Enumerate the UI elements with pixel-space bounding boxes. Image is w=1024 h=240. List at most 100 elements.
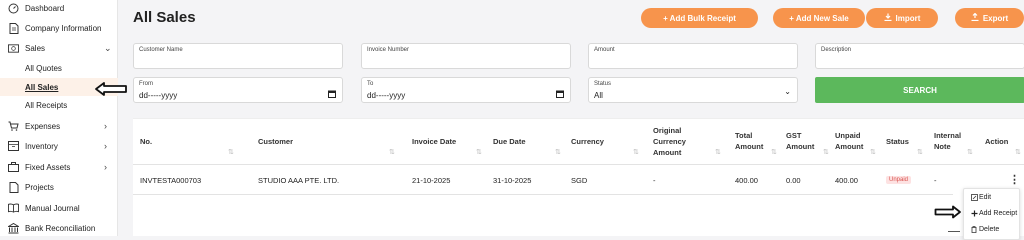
export-button[interactable]: Export	[955, 8, 1024, 28]
menu-item-delete[interactable]: Delete	[964, 222, 1021, 237]
invoice-number-label: Invoice Number	[367, 47, 410, 53]
cell-unpaid-amount: 400.00	[835, 176, 858, 185]
header-total-amount[interactable]: Total Amount	[735, 130, 763, 152]
sidebar-item-expenses[interactable]: Expenses ›	[0, 117, 118, 135]
from-value: dd-----yyyy	[139, 91, 178, 100]
amount-field[interactable]: Amount	[588, 43, 798, 69]
sort-icon[interactable]: ⇅	[917, 148, 923, 156]
header-currency[interactable]: Currency	[571, 136, 604, 147]
from-date-field[interactable]: From dd-----yyyy	[133, 77, 343, 103]
sales-table: No. ⇅ Customer ⇅ Invoice Date ⇅ Due Date…	[133, 118, 1024, 240]
projects-icon	[8, 181, 19, 193]
add-bulk-receipt-label: + Add Bulk Receipt	[663, 13, 736, 23]
status-badge: Unpaid	[886, 176, 912, 184]
sidebar-item-label: Manual Journal	[25, 203, 80, 213]
sidebar-item-label: Projects	[25, 182, 54, 192]
sidebar-item-fixed-assets[interactable]: Fixed Assets ›	[0, 158, 118, 176]
sort-icon[interactable]: ⇅	[967, 148, 973, 156]
sort-icon[interactable]: ⇅	[715, 148, 721, 156]
header-original-currency-amount[interactable]: Original Currency Amount	[653, 125, 686, 158]
sidebar-item-label: Dashboard	[25, 3, 65, 13]
sidebar-item-sales[interactable]: Sales ⌄	[0, 39, 118, 57]
header-due-date[interactable]: Due Date	[493, 136, 526, 147]
header-line: GST	[786, 131, 802, 140]
to-label: To	[367, 81, 374, 87]
action-dropdown-menu: Edit Add Receipt Delete	[963, 188, 1020, 240]
chevron-down-icon: ⌄	[104, 42, 112, 53]
cell-gst-amount: 0.00	[786, 176, 801, 185]
chevron-right-icon: ›	[104, 162, 107, 172]
sidebar-item-bank-reconciliation[interactable]: Bank Reconciliation	[0, 219, 118, 237]
sidebar-item-label: Expenses	[25, 121, 61, 131]
header-gst-amount[interactable]: GST Amount	[786, 130, 814, 152]
status-value: All	[594, 91, 603, 100]
description-field[interactable]: Description	[815, 43, 1024, 69]
invoice-number-field[interactable]: Invoice Number	[361, 43, 571, 69]
sidebar-subitem-all-receipts[interactable]: All Receipts	[25, 101, 67, 110]
sidebar-item-manual-journal[interactable]: Manual Journal	[0, 199, 118, 217]
to-date-field[interactable]: To dd-----yyyy	[361, 77, 571, 103]
header-customer[interactable]: Customer	[258, 136, 293, 147]
document-icon	[8, 22, 19, 34]
menu-item-label: Delete	[979, 226, 1000, 233]
header-line: Amount	[653, 148, 682, 157]
sort-icon[interactable]: ⇅	[476, 148, 482, 156]
sidebar-item-label: Company Information	[25, 23, 102, 33]
sort-icon[interactable]: ⇅	[823, 148, 829, 156]
menu-item-add-receipt[interactable]: Add Receipt	[964, 206, 1021, 221]
trash-icon	[970, 226, 978, 233]
sidebar-item-dashboard[interactable]: Dashboard	[0, 0, 118, 17]
header-line: Unpaid	[835, 131, 861, 140]
add-bulk-receipt-button[interactable]: + Add Bulk Receipt	[641, 8, 758, 28]
customer-name-field[interactable]: Customer Name	[133, 43, 343, 69]
sort-icon[interactable]: ⇅	[870, 148, 876, 156]
export-label: Export	[982, 13, 1009, 23]
sort-icon[interactable]: ⇅	[389, 148, 395, 156]
header-line: Amount	[735, 142, 764, 151]
sort-icon[interactable]: ⇅	[1015, 148, 1021, 156]
menu-item-label: Edit	[979, 194, 992, 201]
import-button[interactable]: Import	[866, 8, 938, 28]
menu-item-label: Add Receipt	[979, 210, 1018, 217]
calendar-icon[interactable]	[556, 90, 564, 100]
sidebar: Dashboard Company Information Sales ⌄ Al…	[0, 0, 127, 237]
header-status[interactable]: Status	[886, 136, 909, 147]
divider	[948, 231, 960, 232]
sidebar-item-inventory[interactable]: Inventory ›	[0, 137, 118, 155]
sort-icon[interactable]: ⇅	[555, 148, 561, 156]
header-internal-note[interactable]: Internal Note	[934, 130, 961, 152]
header-action: Action	[985, 137, 1009, 146]
header-line: Note	[934, 142, 951, 151]
sort-icon[interactable]: ⇅	[633, 148, 639, 156]
sidebar-item-company-information[interactable]: Company Information	[0, 19, 118, 37]
sidebar-item-projects[interactable]: Projects	[0, 178, 118, 196]
sort-icon[interactable]: ⇅	[771, 148, 777, 156]
header-line: Total	[735, 131, 753, 140]
row-divider	[133, 194, 953, 195]
sort-icon[interactable]: ⇅	[228, 148, 234, 156]
chevron-right-icon: ›	[104, 121, 107, 131]
header-invoice-date[interactable]: Invoice Date	[412, 136, 456, 147]
page-title: All Sales	[133, 9, 196, 26]
asset-icon	[8, 162, 19, 173]
upload-icon	[971, 12, 979, 23]
sidebar-item-label: Bank Reconciliation	[25, 223, 96, 233]
header-line: Amount	[835, 142, 864, 151]
cell-no[interactable]: INVTESTA000703	[140, 176, 201, 185]
cell-total-amount: 400.00	[735, 176, 758, 185]
menu-item-edit[interactable]: Edit	[964, 190, 1021, 205]
cell-original-currency-amount: -	[653, 176, 656, 185]
search-button[interactable]: SEARCH	[815, 77, 1024, 103]
header-unpaid-amount[interactable]: Unpaid Amount	[835, 130, 863, 152]
calendar-icon[interactable]	[328, 90, 336, 100]
add-new-sale-button[interactable]: + Add New Sale	[773, 8, 865, 28]
sidebar-subitem-all-quotes[interactable]: All Quotes	[25, 64, 62, 73]
header-no[interactable]: No.	[140, 136, 152, 147]
arrow-right-annotation-icon	[934, 205, 961, 219]
main-content: All Sales + Add Bulk Receipt + Add New S…	[118, 0, 1024, 240]
sidebar-subitem-all-sales[interactable]: All Sales	[25, 83, 58, 92]
cell-due-date: 31-10-2025	[493, 176, 532, 185]
more-options-icon[interactable]: ⋮	[1009, 173, 1020, 186]
header-line: Original	[653, 126, 682, 135]
status-select[interactable]: Status All ⌄	[588, 77, 798, 103]
